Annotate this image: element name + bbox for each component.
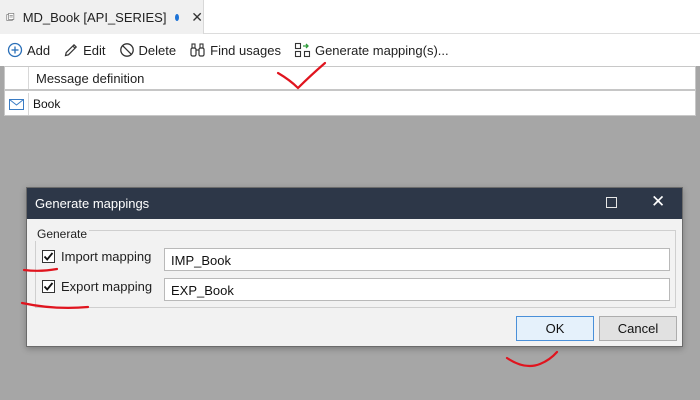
row-gutter — [5, 93, 29, 115]
message-definition-grid: Message definition Book — [4, 66, 696, 116]
unsaved-indicator — [175, 13, 180, 21]
import-mapping-row: Import mapping — [42, 249, 151, 264]
delete-button[interactable]: Delete — [119, 42, 177, 58]
generate-mappings-button[interactable]: Generate mapping(s)... — [294, 42, 449, 58]
checkmark-icon — [43, 252, 54, 261]
add-icon — [7, 42, 23, 58]
delete-icon — [119, 43, 134, 57]
import-mapping-name-field[interactable]: IMP_Book — [164, 248, 670, 271]
annotation-swoosh-ok — [505, 350, 559, 368]
export-mapping-name-field[interactable]: EXP_Book — [164, 278, 670, 301]
cancel-button[interactable]: Cancel — [599, 316, 677, 341]
maximize-icon[interactable] — [606, 197, 617, 208]
binoculars-icon — [190, 43, 205, 57]
toolbar: Add Edit Delete Find usages Generate map… — [0, 34, 700, 66]
row-message-name: Book — [33, 97, 61, 111]
grid-header-gutter — [5, 67, 29, 89]
ok-button[interactable]: OK — [516, 316, 594, 341]
dialog-title: Generate mappings — [35, 196, 150, 211]
export-mapping-row: Export mapping — [42, 279, 152, 294]
generate-group-label: Generate — [35, 227, 90, 241]
import-mapping-label: Import mapping — [61, 249, 152, 264]
edit-button[interactable]: Edit — [63, 42, 106, 58]
grid-header: Message definition — [5, 67, 695, 91]
document-icon — [6, 13, 15, 21]
find-usages-label: Find usages — [210, 42, 281, 58]
tab-bar: MD_Book [API_SERIES] ✕ — [0, 0, 700, 34]
table-row[interactable]: Book — [5, 93, 695, 115]
edit-label: Edit — [83, 42, 106, 58]
export-mapping-checkbox[interactable] — [42, 280, 55, 293]
add-button[interactable]: Add — [7, 42, 50, 58]
delete-label: Delete — [138, 42, 177, 58]
close-tab-icon[interactable]: ✕ — [191, 10, 203, 24]
generate-mappings-dialog: Generate mappings ✕ Generate Import mapp… — [26, 187, 683, 347]
tab-document[interactable]: MD_Book [API_SERIES] ✕ — [0, 0, 204, 34]
envelope-icon — [9, 98, 24, 110]
generate-mappings-label: Generate mapping(s)... — [314, 42, 449, 58]
close-icon[interactable]: ✕ — [651, 193, 665, 210]
find-usages-button[interactable]: Find usages — [189, 42, 281, 58]
pencil-icon — [64, 43, 78, 57]
tab-title: MD_Book [API_SERIES] — [22, 9, 167, 25]
column-header-message-definition[interactable]: Message definition — [36, 71, 144, 86]
import-mapping-checkbox[interactable] — [42, 250, 55, 263]
add-label: Add — [27, 42, 51, 58]
export-mapping-label: Export mapping — [61, 279, 153, 294]
generate-mapping-icon — [294, 42, 311, 58]
checkmark-icon — [43, 282, 54, 291]
dialog-title-bar[interactable]: Generate mappings ✕ — [27, 188, 682, 219]
